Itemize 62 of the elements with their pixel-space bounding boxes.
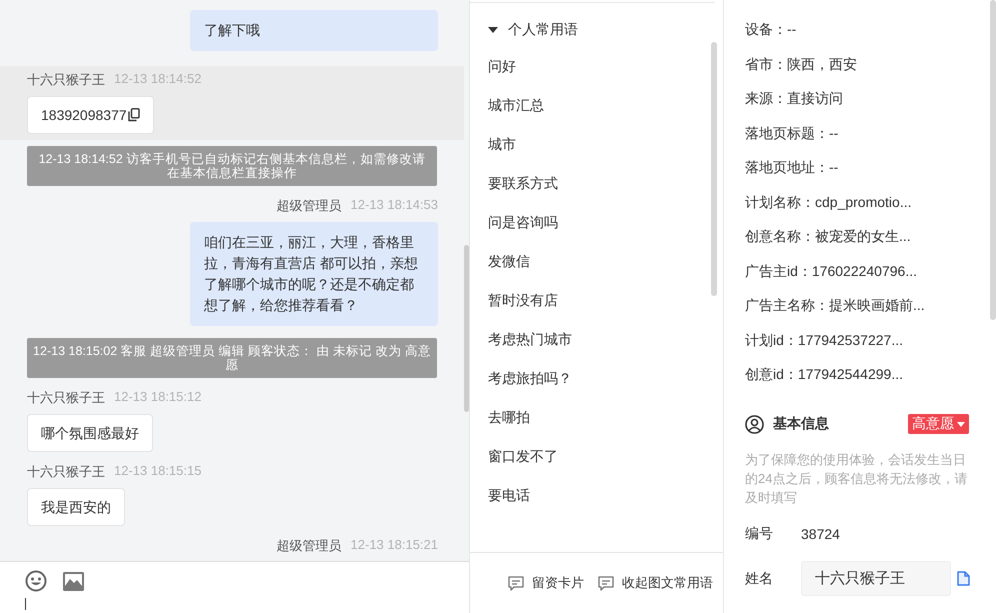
user-icon bbox=[745, 414, 764, 434]
phrase-item[interactable]: 问好 bbox=[488, 57, 723, 76]
message-text: 18392098377 bbox=[41, 106, 127, 125]
message-time: 12-13 18:14:53 bbox=[350, 197, 438, 214]
image-icon[interactable] bbox=[63, 572, 84, 590]
scrollbar[interactable] bbox=[711, 42, 717, 296]
system-notice: 12-13 18:15:02 客服 超级管理员 编辑 顾客状态： 由 未标记 改为 高意愿 bbox=[27, 338, 437, 378]
sender-name: 超级管理员 bbox=[276, 197, 342, 215]
emoji-icon[interactable] bbox=[25, 570, 47, 592]
section-title: 基本信息 bbox=[773, 415, 830, 433]
phrase-item[interactable]: 要联系方式 bbox=[488, 174, 723, 193]
message-time: 12-13 18:15:15 bbox=[114, 463, 202, 480]
sender-name: 十六只猴子王 bbox=[27, 463, 105, 481]
phrase-item[interactable]: 考虑旅拍吗？ bbox=[488, 369, 723, 388]
scrollbar[interactable] bbox=[464, 245, 469, 412]
message-text: 咱们在三亚，丽江，大理，香格里拉，青海有直营店 都可以拍，亲想了解哪个城市的呢？还是不确定都想了解，给您推荐看看？ bbox=[204, 233, 419, 315]
message-text: 了解下哦 bbox=[204, 21, 260, 40]
notice-text: 为了保障您的使用体验，会话发生当日的24点之后，顾客信息将无法修改，请及时填写 bbox=[745, 451, 968, 507]
message-text: 我是西安的 bbox=[41, 498, 111, 517]
caret-down-icon bbox=[957, 422, 965, 426]
info-row-text: 计划id：177942537227... bbox=[745, 330, 904, 350]
info-row-text: 广告主名称：提米映画婚前... bbox=[745, 296, 926, 315]
info-row-text: 落地页地址：-- bbox=[745, 158, 840, 177]
field-label: 编号 bbox=[745, 525, 774, 543]
phrase-item[interactable]: 窗口发不了 bbox=[488, 447, 723, 466]
phrase-group-title[interactable]: 个人常用语 bbox=[508, 21, 578, 39]
field-label: 姓名 bbox=[745, 570, 774, 588]
info-row-text: 设备：-- bbox=[745, 20, 798, 39]
text-cursor bbox=[25, 598, 26, 610]
scrollbar[interactable] bbox=[990, 0, 996, 320]
info-row-text: 创意名称：被宠爱的女生... bbox=[745, 227, 912, 246]
status-dropdown[interactable]: 高意愿 bbox=[908, 414, 969, 434]
action-button[interactable]: 留资卡片 bbox=[508, 574, 584, 592]
message-time: 12-13 18:15:12 bbox=[114, 389, 202, 406]
name-field[interactable]: 十六只猴子王 bbox=[801, 561, 951, 596]
system-notice: 12-13 18:14:52 访客手机号已自动标记右侧基本信息栏，如需修改请在基本信息栏直接操作 bbox=[27, 146, 437, 186]
message-time: 12-13 18:14:52 bbox=[114, 71, 202, 88]
phrase-item[interactable]: 要电话 bbox=[488, 486, 723, 505]
info-row-text: 计划名称：cdp_promotio... bbox=[745, 192, 912, 212]
phrase-item[interactable]: 城市 bbox=[488, 135, 723, 154]
info-row-text: 创意id：177942544299... bbox=[745, 365, 904, 384]
field-value: 38724 bbox=[801, 526, 840, 542]
info-row-text: 省市：陕西，西安 bbox=[745, 54, 858, 74]
phrase-item[interactable]: 发微信 bbox=[488, 252, 723, 271]
info-row-text: 广告主id：176022240796... bbox=[745, 262, 918, 280]
sender-name: 超级管理员 bbox=[276, 537, 342, 555]
phrase-item[interactable]: 城市汇总 bbox=[488, 96, 723, 115]
card-icon bbox=[598, 576, 614, 590]
info-row-text: 来源：直接访问 bbox=[745, 89, 844, 108]
info-row-text: 落地页标题：-- bbox=[745, 124, 840, 142]
phrase-item[interactable]: 考虑热门城市 bbox=[488, 330, 723, 349]
phrase-item[interactable]: 去哪拍 bbox=[488, 408, 723, 427]
sender-name: 十六只猴子王 bbox=[27, 389, 105, 407]
copy-icon[interactable] bbox=[128, 108, 140, 122]
phrase-item[interactable]: 问是咨询吗 bbox=[488, 213, 723, 232]
card-icon bbox=[508, 576, 524, 590]
phrase-item[interactable]: 暂时没有店 bbox=[488, 291, 723, 310]
caret-down-icon[interactable] bbox=[488, 26, 498, 34]
message-text: 哪个氛围感最好 bbox=[41, 424, 139, 443]
message-time: 12-13 18:15:21 bbox=[350, 537, 438, 554]
sender-name: 十六只猴子王 bbox=[27, 71, 105, 89]
action-button[interactable]: 收起图文常用语 bbox=[598, 574, 713, 592]
